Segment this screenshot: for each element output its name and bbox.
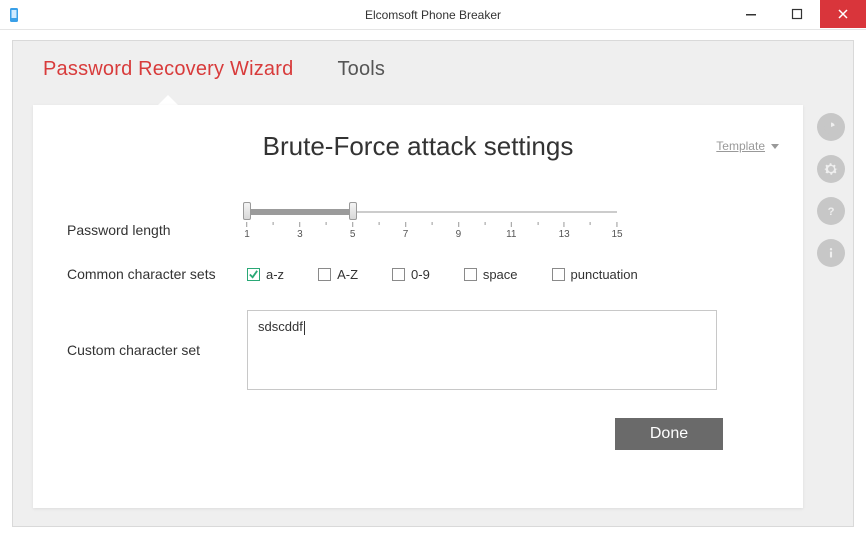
maximize-button[interactable] — [774, 0, 820, 28]
page-title: Brute-Force attack settings — [263, 131, 574, 162]
tab-tools[interactable]: Tools — [335, 46, 387, 95]
checkbox-label: A-Z — [337, 267, 358, 282]
checkbox-punct[interactable]: punctuation — [552, 267, 638, 282]
password-length-label: Password length — [67, 222, 247, 238]
slider-handle-low[interactable] — [243, 202, 251, 220]
slider-tick: 7 — [403, 222, 409, 240]
slider-tick: . — [589, 222, 592, 238]
slider-tick: . — [536, 222, 539, 238]
app-icon — [6, 7, 22, 23]
tab-password-recovery[interactable]: Password Recovery Wizard — [41, 46, 295, 95]
content-frame: Password Recovery Wizard Tools ? Brute-F… — [12, 40, 854, 527]
checkbox-box — [392, 268, 405, 281]
checkbox-az[interactable]: a-z — [247, 267, 284, 282]
checkbox-label: punctuation — [571, 267, 638, 282]
minimize-button[interactable] — [728, 0, 774, 28]
slider-tick: . — [272, 222, 275, 238]
main-tabs: Password Recovery Wizard Tools — [13, 41, 853, 95]
slider-tick: 11 — [506, 222, 516, 240]
slider-tick: 13 — [559, 222, 570, 240]
checkbox-box — [552, 268, 565, 281]
svg-text:?: ? — [828, 206, 835, 218]
settings-card: Brute-Force attack settings Template Pas… — [33, 105, 803, 508]
checkbox-num[interactable]: 0-9 — [392, 267, 430, 282]
info-icon[interactable] — [817, 239, 845, 267]
slider-tick: 5 — [350, 222, 356, 240]
slider-handle-high[interactable] — [349, 202, 357, 220]
slider-tick: . — [431, 222, 434, 238]
slider-tick: . — [483, 222, 486, 238]
password-length-slider[interactable]: 1.3.5.7.9.11.13.15 — [247, 208, 617, 238]
titlebar: Elcomsoft Phone Breaker — [0, 0, 866, 30]
checkbox-label: 0-9 — [411, 267, 430, 282]
slider-tick: . — [325, 222, 328, 238]
close-button[interactable] — [820, 0, 866, 28]
slider-tick: 3 — [297, 222, 303, 240]
chevron-down-icon — [771, 144, 779, 149]
charsets-label: Common character sets — [67, 266, 247, 282]
custom-charset-input[interactable]: sdscddf — [247, 310, 717, 390]
window-controls — [728, 0, 866, 29]
slider-tick: 9 — [456, 222, 462, 240]
template-label: Template — [716, 139, 765, 153]
checkbox-label: space — [483, 267, 518, 282]
slider-tick: 1 — [244, 222, 250, 240]
done-button[interactable]: Done — [615, 418, 723, 450]
custom-charset-label: Custom character set — [67, 342, 247, 358]
checkbox-AZ[interactable]: A-Z — [318, 267, 358, 282]
checkbox-box — [318, 268, 331, 281]
checkbox-space[interactable]: space — [464, 267, 518, 282]
gear-icon[interactable] — [817, 155, 845, 183]
checkbox-box — [247, 268, 260, 281]
slider-tick: 15 — [611, 222, 622, 240]
checkbox-label: a-z — [266, 267, 284, 282]
checkbox-box — [464, 268, 477, 281]
clock-icon[interactable] — [817, 113, 845, 141]
side-toolbar: ? — [817, 113, 845, 267]
template-dropdown[interactable]: Template — [716, 139, 779, 153]
slider-tick: . — [378, 222, 381, 238]
help-icon[interactable]: ? — [817, 197, 845, 225]
